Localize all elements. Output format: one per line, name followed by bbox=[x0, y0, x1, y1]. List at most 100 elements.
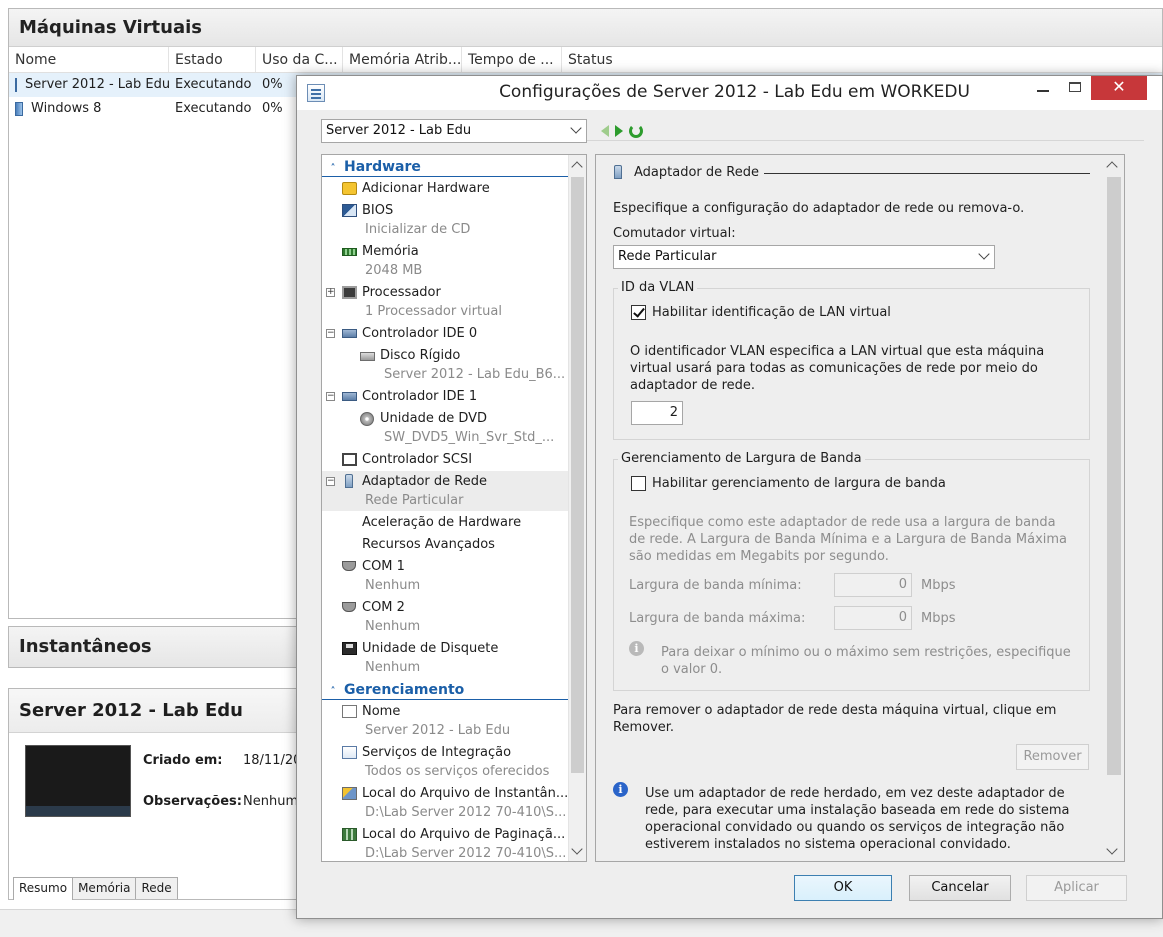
tree-item-ide0[interactable]: − Controlador IDE 0 bbox=[322, 324, 568, 344]
previous-icon[interactable] bbox=[601, 125, 609, 137]
category-hardware[interactable]: ˄ Hardware bbox=[322, 157, 568, 177]
tab-network[interactable]: Rede bbox=[135, 877, 178, 899]
column-memory[interactable]: Memória Atrib... bbox=[343, 47, 462, 72]
paging-file-icon bbox=[342, 828, 357, 841]
tree-item-snapshot-location[interactable]: Local do Arquivo de Instantân... bbox=[322, 784, 568, 804]
expand-icon[interactable]: + bbox=[326, 288, 335, 297]
category-management[interactable]: ˄ Gerenciamento bbox=[322, 680, 568, 700]
panel-scrollbar-thumb[interactable] bbox=[1107, 177, 1121, 775]
tree-item-hardware-acceleration[interactable]: Aceleração de Hardware bbox=[322, 513, 568, 533]
vlan-id-input[interactable]: 2 bbox=[631, 401, 683, 425]
tree-item-scsi[interactable]: Controlador SCSI bbox=[322, 450, 568, 470]
panel-scrollbar[interactable] bbox=[1104, 155, 1124, 861]
refresh-icon[interactable] bbox=[629, 124, 643, 138]
tree-scrollbar-thumb[interactable] bbox=[571, 177, 584, 773]
collapse-icon[interactable]: − bbox=[326, 477, 335, 486]
max-bandwidth-input[interactable]: 0 bbox=[834, 606, 912, 630]
tree-item-com2[interactable]: COM 2 bbox=[322, 598, 568, 618]
tree-item-add-hardware[interactable]: Adicionar Hardware bbox=[322, 179, 568, 199]
virtual-switch-label: Comutador virtual: bbox=[613, 226, 736, 241]
vm-selector-value: Server 2012 - Lab Edu bbox=[326, 123, 472, 138]
tree-sub-floppy: Nenhum bbox=[365, 660, 421, 675]
tree-item-memory[interactable]: Memória bbox=[322, 242, 568, 262]
column-cpu[interactable]: Uso da C... bbox=[256, 47, 343, 72]
ok-button[interactable]: OK bbox=[794, 875, 892, 901]
tree-sub-com2: Nenhum bbox=[365, 619, 421, 634]
collapse-icon: ˄ bbox=[330, 163, 336, 174]
tab-summary[interactable]: Resumo bbox=[13, 877, 74, 900]
nav-toolbar bbox=[601, 124, 643, 138]
column-state[interactable]: Estado bbox=[169, 47, 256, 72]
close-icon: ✕ bbox=[1112, 77, 1126, 96]
hard-disk-icon bbox=[360, 352, 375, 361]
tree-item-network-adapter[interactable]: − Adaptador de Rede bbox=[322, 472, 568, 492]
toolbar-divider bbox=[587, 140, 1144, 141]
legacy-adapter-info: Use um adaptador de rede herdado, em vez… bbox=[645, 786, 1070, 852]
column-status[interactable]: Status bbox=[562, 47, 682, 72]
heading-rule bbox=[764, 173, 1090, 174]
name-icon bbox=[342, 705, 357, 718]
network-adapter-icon bbox=[614, 165, 622, 179]
ide-controller-icon bbox=[342, 329, 357, 338]
tab-memory[interactable]: Memória bbox=[72, 877, 137, 899]
bandwidth-checkbox[interactable] bbox=[631, 476, 646, 491]
tree-item-advanced-features[interactable]: Recursos Avançados bbox=[322, 535, 568, 555]
remove-description: Para remover o adaptador de rede desta m… bbox=[613, 703, 1057, 735]
tree-item-name[interactable]: Nome bbox=[322, 702, 568, 722]
vlan-checkbox-label[interactable]: Habilitar identificação de LAN virtual bbox=[652, 305, 891, 320]
scroll-down-icon[interactable] bbox=[1106, 843, 1118, 855]
close-button[interactable]: ✕ bbox=[1091, 76, 1147, 100]
tree-item-dvd[interactable]: Unidade de DVD bbox=[322, 409, 568, 429]
scroll-down-icon[interactable] bbox=[571, 843, 583, 855]
vlan-checkbox[interactable] bbox=[631, 305, 646, 320]
tree-sub-processor: 1 Processador virtual bbox=[365, 304, 502, 319]
cancel-button[interactable]: Cancelar bbox=[909, 875, 1011, 901]
memory-icon bbox=[342, 248, 357, 256]
tree-item-bios[interactable]: BIOS bbox=[322, 201, 568, 221]
settings-tree: ˄ Hardware Adicionar Hardware BIOS Inicia… bbox=[321, 154, 587, 862]
next-icon[interactable] bbox=[615, 125, 623, 137]
tree-item-hard-disk[interactable]: Disco Rígido bbox=[322, 346, 568, 366]
apply-button[interactable]: Aplicar bbox=[1026, 875, 1127, 901]
tree-sub-integration-services: Todos os serviços oferecidos bbox=[365, 764, 550, 779]
column-uptime[interactable]: Tempo de ... bbox=[462, 47, 562, 72]
tree-item-paging-location[interactable]: Local do Arquivo de Paginaçã... bbox=[322, 825, 568, 845]
tree-item-ide1[interactable]: − Controlador IDE 1 bbox=[322, 387, 568, 407]
collapse-icon[interactable]: − bbox=[326, 392, 335, 401]
min-bandwidth-input[interactable]: 0 bbox=[834, 573, 912, 597]
collapse-icon: ˄ bbox=[330, 686, 336, 697]
tree-item-processor[interactable]: + Processador bbox=[322, 283, 568, 303]
tree-sub-bios: Inicializar de CD bbox=[365, 222, 471, 237]
tree-sub-snapshot-location: D:\Lab Server 2012 70-410\S... bbox=[365, 805, 567, 820]
created-value: 18/11/20 bbox=[243, 753, 302, 768]
tree-scrollbar[interactable] bbox=[568, 155, 586, 861]
notes-value: Nenhum bbox=[243, 794, 299, 809]
max-bandwidth-unit: Mbps bbox=[921, 611, 956, 626]
vm-state: Executando bbox=[175, 101, 252, 116]
processor-icon bbox=[342, 286, 357, 299]
network-adapter-panel: Adaptador de Rede Especifique a configur… bbox=[595, 154, 1125, 862]
minimize-button[interactable] bbox=[1027, 76, 1059, 100]
virtual-switch-select[interactable]: Rede Particular bbox=[613, 245, 995, 269]
column-name[interactable]: Nome bbox=[9, 47, 169, 72]
vm-selector[interactable]: Server 2012 - Lab Edu bbox=[321, 119, 587, 143]
bandwidth-checkbox-label[interactable]: Habilitar gerenciamento de largura de ba… bbox=[652, 476, 946, 491]
vlan-description: O identificador VLAN especifica a LAN vi… bbox=[630, 344, 1045, 393]
tree-item-integration-services[interactable]: Serviços de Integração bbox=[322, 743, 568, 763]
add-hardware-icon bbox=[342, 182, 357, 195]
tree-item-com1[interactable]: COM 1 bbox=[322, 557, 568, 577]
remove-button[interactable]: Remover bbox=[1016, 744, 1089, 770]
maximize-button[interactable] bbox=[1059, 76, 1091, 100]
dialog-titlebar[interactable]: Configurações de Server 2012 - Lab Edu e… bbox=[297, 76, 1162, 110]
tree-sub-dvd: SW_DVD5_Win_Svr_Std_... bbox=[384, 430, 555, 445]
scroll-up-icon[interactable] bbox=[1106, 161, 1118, 173]
vm-thumbnail[interactable] bbox=[25, 745, 131, 817]
created-label: Criado em: bbox=[143, 753, 223, 768]
min-bandwidth-label: Largura de banda mínima: bbox=[629, 578, 802, 593]
scroll-up-icon[interactable] bbox=[571, 161, 583, 173]
collapse-icon[interactable]: − bbox=[326, 329, 335, 338]
tree-sub-com1: Nenhum bbox=[365, 578, 421, 593]
tree-item-floppy[interactable]: Unidade de Disquete bbox=[322, 639, 568, 659]
com-port-icon bbox=[342, 602, 356, 612]
notes-label: Observações: bbox=[143, 794, 242, 809]
